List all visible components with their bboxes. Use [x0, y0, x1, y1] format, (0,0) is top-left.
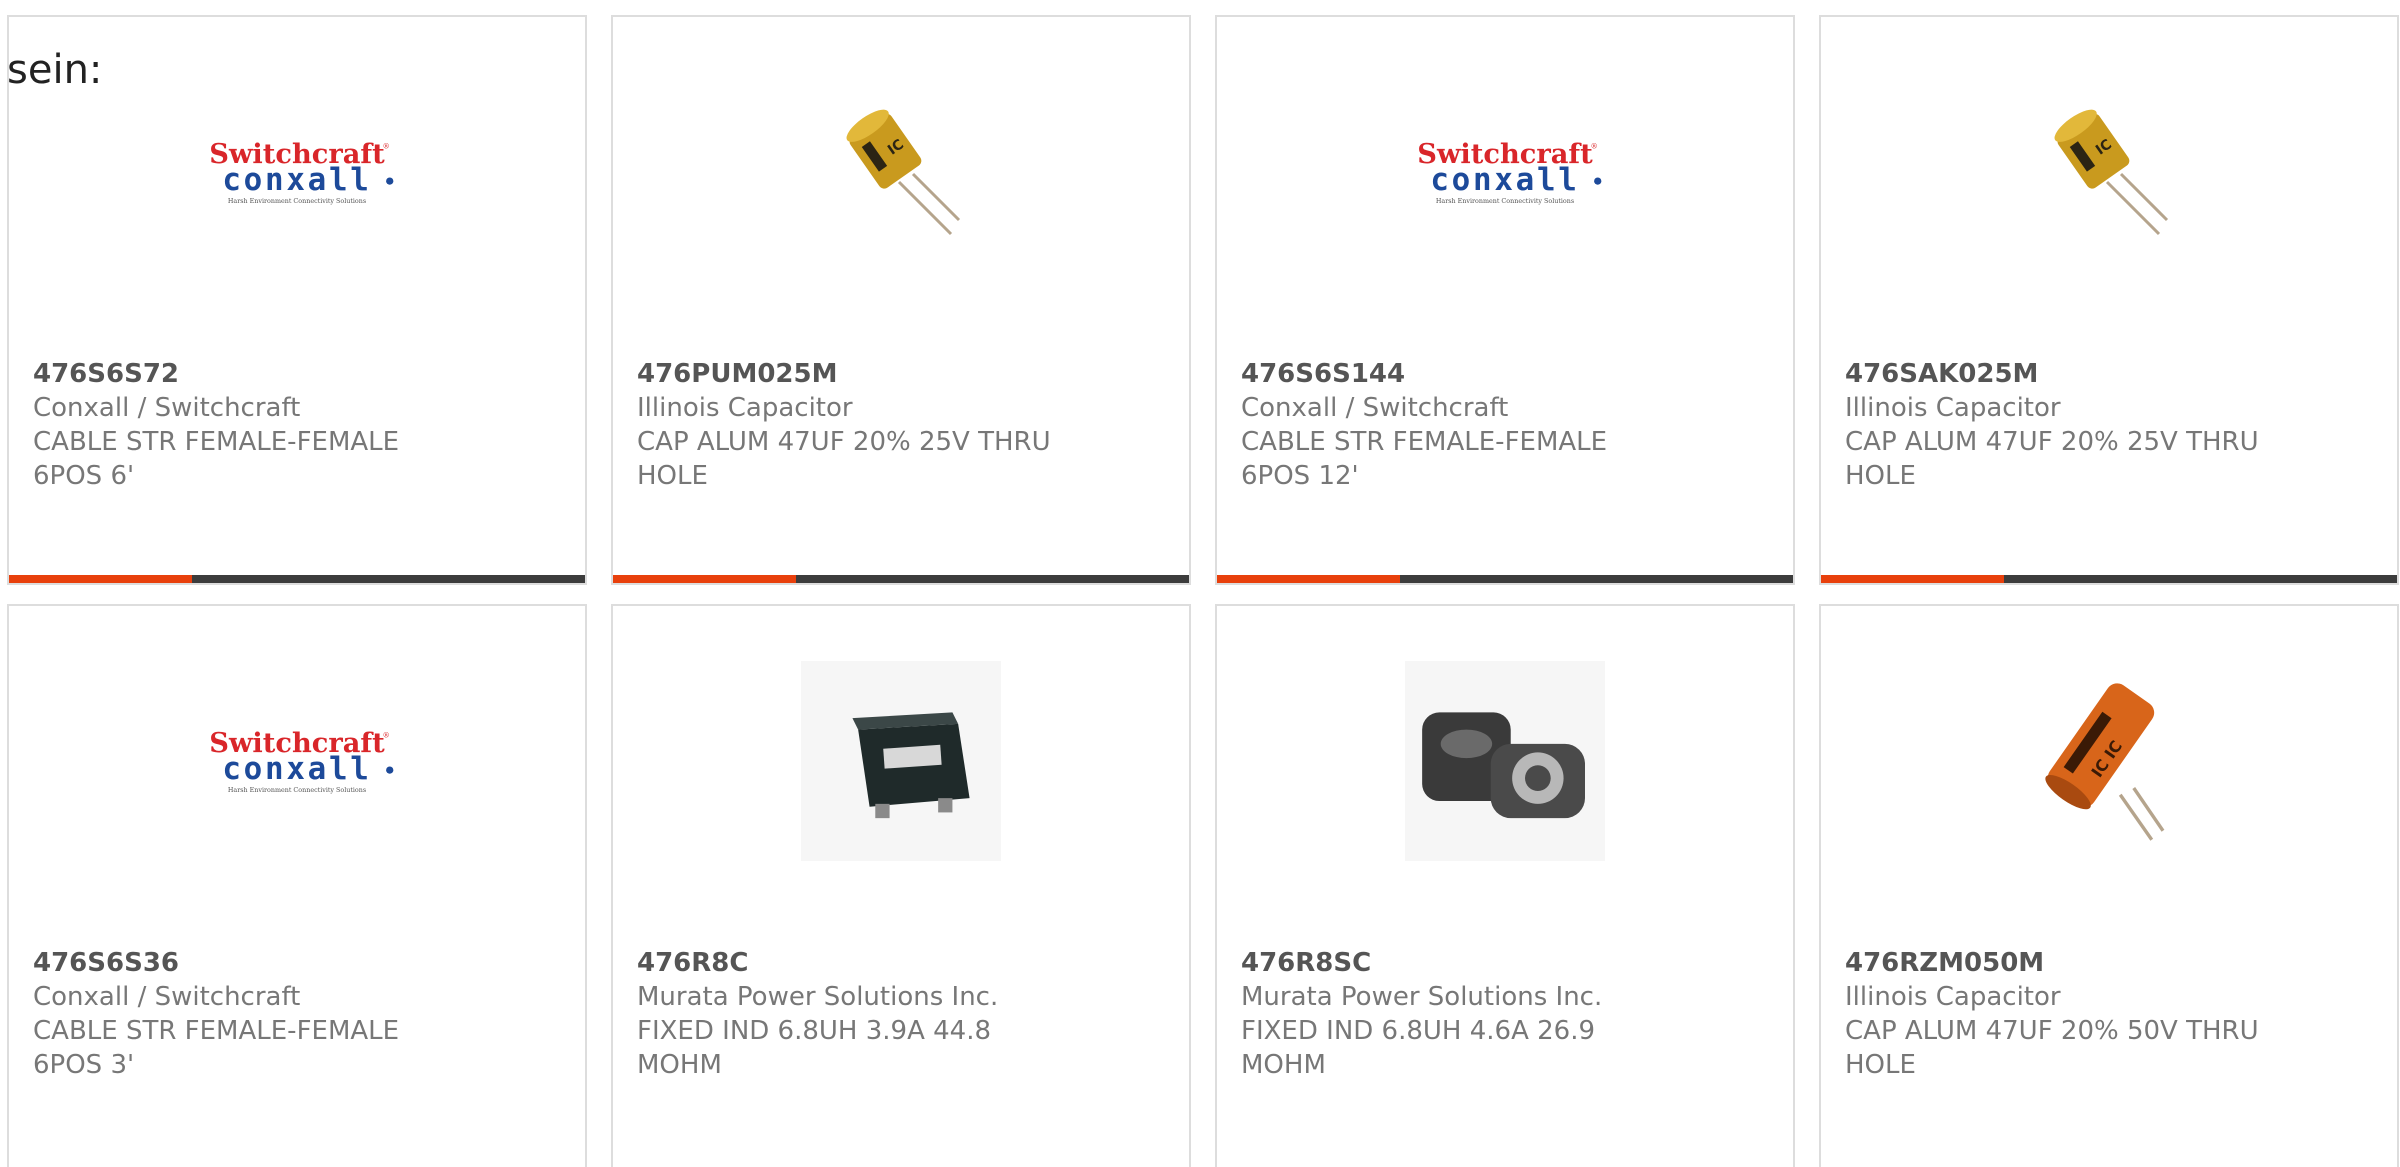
product-card[interactable]: 476S6S72 Conxall / Switchcraft CABLE STR…	[7, 15, 587, 585]
card-accent-bar	[1217, 575, 1793, 583]
manufacturer-name: Conxall / Switchcraft	[33, 393, 301, 423]
product-card[interactable]: 476SAK025M Illinois Capacitor CAP ALUM 4…	[1819, 15, 2399, 585]
card-accent-fill	[9, 575, 192, 583]
product-card[interactable]: 476R8C Murata Power Solutions Inc. FIXED…	[611, 604, 1191, 1167]
card-accent-bar	[9, 575, 585, 583]
product-info: 476S6S144 Conxall / Switchcraft CABLE ST…	[1241, 357, 1661, 493]
yellow-radial-capacitor-image	[2009, 72, 2209, 272]
part-number[interactable]: 476S6S72	[33, 357, 453, 391]
product-description: CAP ALUM 47UF 20% 25V THRU HOLE	[637, 427, 1051, 491]
card-accent-fill	[1821, 575, 2004, 583]
part-number[interactable]: 476S6S36	[33, 946, 453, 980]
yellow-radial-capacitor-image	[801, 72, 1001, 272]
manufacturer-name: Illinois Capacitor	[1845, 982, 2061, 1012]
product-info: 476SAK025M Illinois Capacitor CAP ALUM 4…	[1845, 357, 2265, 493]
product-description: FIXED IND 6.8UH 3.9A 44.8 MOHM	[637, 1016, 992, 1080]
product-description: FIXED IND 6.8UH 4.6A 26.9 MOHM	[1241, 1016, 1596, 1080]
card-accent-fill	[1217, 575, 1400, 583]
product-description: CABLE STR FEMALE-FEMALE 6POS 6'	[33, 427, 400, 491]
smd-power-inductor-image	[801, 661, 1001, 861]
product-description: CAP ALUM 47UF 20% 25V THRU HOLE	[1845, 427, 2259, 491]
card-accent-bar	[613, 575, 1189, 583]
part-number[interactable]: 476S6S144	[1241, 357, 1661, 391]
product-description: CABLE STR FEMALE-FEMALE 6POS 12'	[1241, 427, 1608, 491]
part-number[interactable]: 476RZM050M	[1845, 946, 2265, 980]
product-card[interactable]: 476S6S144 Conxall / Switchcraft CABLE ST…	[1215, 15, 1795, 585]
product-card[interactable]: 476PUM025M Illinois Capacitor CAP ALUM 4…	[611, 15, 1191, 585]
product-info: 476S6S72 Conxall / Switchcraft CABLE STR…	[33, 357, 453, 493]
switchcraft-conxall-logo	[197, 661, 397, 861]
product-card[interactable]: 476RZM050M Illinois Capacitor CAP ALUM 4…	[1819, 604, 2399, 1167]
product-info: 476S6S36 Conxall / Switchcraft CABLE STR…	[33, 946, 453, 1082]
manufacturer-name: Murata Power Solutions Inc.	[637, 982, 999, 1012]
product-info: 476RZM050M Illinois Capacitor CAP ALUM 4…	[1845, 946, 2265, 1082]
manufacturer-name: Murata Power Solutions Inc.	[1241, 982, 1603, 1012]
switchcraft-conxall-logo	[197, 72, 397, 272]
orange-axial-capacitor-image	[2009, 661, 2209, 861]
manufacturer-name: Conxall / Switchcraft	[33, 982, 301, 1012]
manufacturer-name: Conxall / Switchcraft	[1241, 393, 1509, 423]
shielded-inductor-pair-image	[1405, 661, 1605, 861]
product-card[interactable]: 476S6S36 Conxall / Switchcraft CABLE STR…	[7, 604, 587, 1167]
manufacturer-name: Illinois Capacitor	[1845, 393, 2061, 423]
manufacturer-name: Illinois Capacitor	[637, 393, 853, 423]
card-accent-bar	[1821, 575, 2397, 583]
part-number[interactable]: 476SAK025M	[1845, 357, 2265, 391]
product-description: CAP ALUM 47UF 20% 50V THRU HOLE	[1845, 1016, 2259, 1080]
product-grid: 476S6S72 Conxall / Switchcraft CABLE STR…	[0, 0, 2400, 1167]
product-info: 476R8C Murata Power Solutions Inc. FIXED…	[637, 946, 1057, 1082]
part-number[interactable]: 476PUM025M	[637, 357, 1057, 391]
product-info: 476PUM025M Illinois Capacitor CAP ALUM 4…	[637, 357, 1057, 493]
card-accent-fill	[613, 575, 796, 583]
overlay-label: sein:	[7, 47, 103, 93]
product-description: CABLE STR FEMALE-FEMALE 6POS 3'	[33, 1016, 400, 1080]
part-number[interactable]: 476R8SC	[1241, 946, 1661, 980]
part-number[interactable]: 476R8C	[637, 946, 1057, 980]
switchcraft-conxall-logo	[1405, 72, 1605, 272]
product-card[interactable]: 476R8SC Murata Power Solutions Inc. FIXE…	[1215, 604, 1795, 1167]
product-info: 476R8SC Murata Power Solutions Inc. FIXE…	[1241, 946, 1661, 1082]
